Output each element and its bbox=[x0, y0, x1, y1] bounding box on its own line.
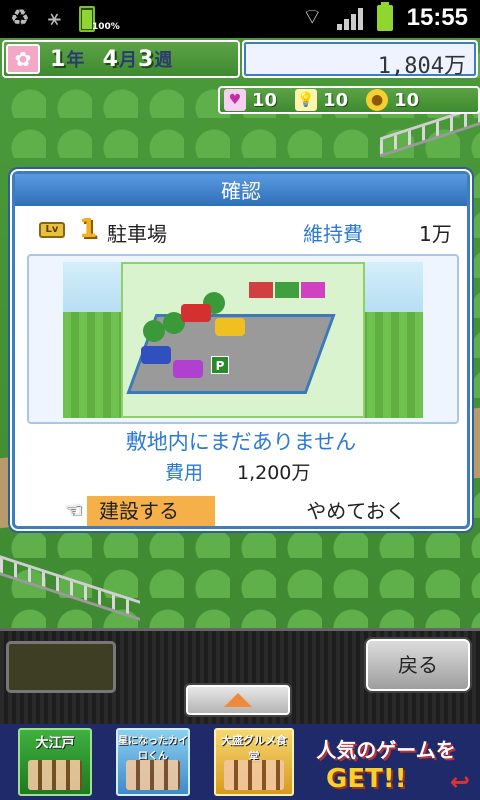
facility-name: 駐車場 bbox=[107, 222, 167, 246]
cherry-blossom-icon: ✿ bbox=[6, 44, 40, 74]
clock: 15:55 bbox=[406, 4, 468, 31]
battery-percent: 100% bbox=[92, 22, 120, 32]
cost-value: 1,200万 bbox=[237, 462, 311, 484]
lightbulb-icon: 💡 bbox=[295, 89, 318, 111]
signal-icon bbox=[336, 6, 363, 30]
expand-menu-button[interactable] bbox=[186, 685, 290, 715]
week-value: 3 bbox=[137, 47, 155, 72]
car-blue bbox=[141, 346, 171, 364]
facility-preview: P bbox=[27, 254, 459, 424]
upkeep-value: 1万 bbox=[419, 222, 452, 246]
ad-characters bbox=[28, 760, 82, 790]
date-display: ✿ 1年 4月3週 bbox=[2, 40, 240, 78]
upkeep-label: 維持費 bbox=[303, 222, 363, 246]
date-text: 1年 4月3週 bbox=[50, 46, 173, 72]
stats-bar: ♥ 10 💡 10 ● 10 bbox=[218, 86, 480, 114]
ad-banner: 大江戸 星になったカイロくん 大盛グルメ食堂 人気のゲームを GET!! ↩ bbox=[0, 724, 480, 800]
month-unit: 月 bbox=[118, 50, 138, 71]
parking-lot-illustration: P bbox=[63, 262, 423, 418]
ad-title: 星になったカイロくん bbox=[118, 736, 188, 762]
money-display: 1,804万 bbox=[242, 40, 478, 79]
status-message: 敷地内にまだありません bbox=[125, 430, 357, 454]
bottom-panel: 戻る bbox=[0, 628, 480, 724]
week-unit: 週 bbox=[154, 50, 174, 71]
stat-value: 10 bbox=[323, 89, 349, 111]
ad-cta: GET!! bbox=[326, 764, 407, 794]
stat-value: 10 bbox=[394, 89, 420, 111]
stat-value: 10 bbox=[252, 89, 278, 111]
status-bar: ♻ ⚹ 100% ⌔ 15:55 bbox=[0, 0, 480, 38]
ad-headline: 人気のゲームを bbox=[316, 738, 456, 762]
banner-flag bbox=[275, 282, 299, 298]
build-button[interactable]: 建設する bbox=[87, 496, 215, 526]
car-red bbox=[181, 304, 211, 322]
return-arrow-icon: ↩ bbox=[449, 768, 470, 796]
year-unit: 年 bbox=[66, 50, 86, 71]
level-badge-icon: Lv bbox=[39, 222, 65, 238]
banner-flag bbox=[249, 282, 273, 298]
car-purple bbox=[173, 360, 203, 378]
ad-game-2[interactable]: 星になったカイロくん bbox=[116, 728, 190, 796]
stat-coins: ● 10 bbox=[366, 89, 419, 111]
month-value: 4 bbox=[102, 47, 119, 72]
back-button[interactable]: 戻る bbox=[366, 639, 470, 691]
arrow-up-icon bbox=[224, 693, 252, 707]
confirm-dialog: 確認 Lv 1 駐車場 維持費 1万 P 敷地内にまだありません 費用 1,20… bbox=[12, 171, 470, 529]
recycle-icon: ♻ bbox=[10, 6, 30, 31]
ad-get-games[interactable]: 人気のゲームを GET!! ↩ bbox=[296, 728, 476, 796]
info-slot bbox=[6, 641, 116, 693]
ad-characters bbox=[126, 760, 180, 790]
car-yellow bbox=[215, 318, 245, 336]
heart-icon: ♥ bbox=[224, 89, 246, 111]
ad-game-1[interactable]: 大江戸 bbox=[18, 728, 92, 796]
tree-icon bbox=[143, 320, 165, 342]
cancel-button[interactable]: やめておく bbox=[293, 496, 419, 526]
year-value: 1 bbox=[50, 47, 67, 72]
banner-flag bbox=[301, 282, 325, 298]
usb-icon: ⚹ bbox=[47, 6, 61, 31]
coin-icon: ● bbox=[366, 89, 389, 111]
dialog-title: 確認 bbox=[15, 174, 467, 208]
money-value: 1,804万 bbox=[377, 54, 466, 79]
stat-popularity: ♥ 10 bbox=[224, 89, 277, 111]
map-fence bbox=[0, 555, 140, 621]
cost-label: 費用 bbox=[165, 462, 204, 484]
facility-info: Lv 1 駐車場 維持費 1万 bbox=[15, 210, 467, 250]
stat-ideas: 💡 10 bbox=[295, 89, 348, 111]
ad-characters bbox=[224, 760, 284, 790]
ad-title: 大江戸 bbox=[35, 736, 75, 751]
battery-icon bbox=[376, 2, 393, 31]
ad-game-3[interactable]: 大盛グルメ食堂 bbox=[214, 728, 294, 796]
parking-sign-icon: P bbox=[211, 356, 229, 374]
wifi-icon: ⌔ bbox=[301, 5, 323, 30]
facility-level: 1 bbox=[79, 214, 98, 244]
